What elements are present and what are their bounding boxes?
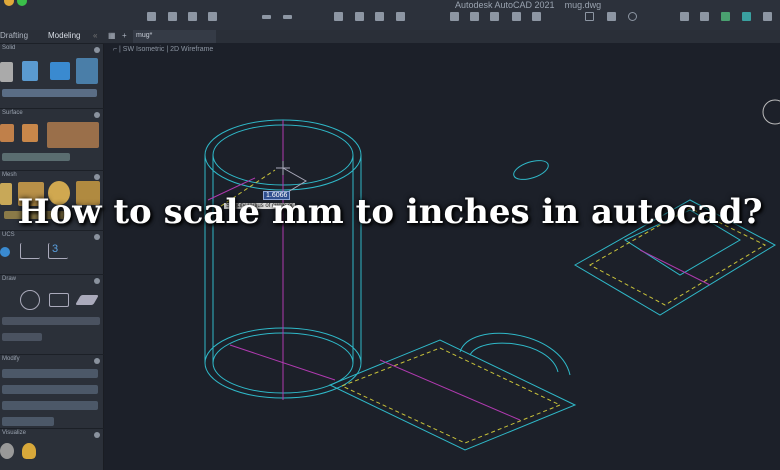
mug-cylinder [204,119,549,399]
viewcube-icon[interactable] [762,99,780,125]
mug-flat-1 [328,199,777,451]
headline-overlay: How to scale mm to inches in autocad? [17,192,763,232]
cad-drawing [204,99,780,451]
